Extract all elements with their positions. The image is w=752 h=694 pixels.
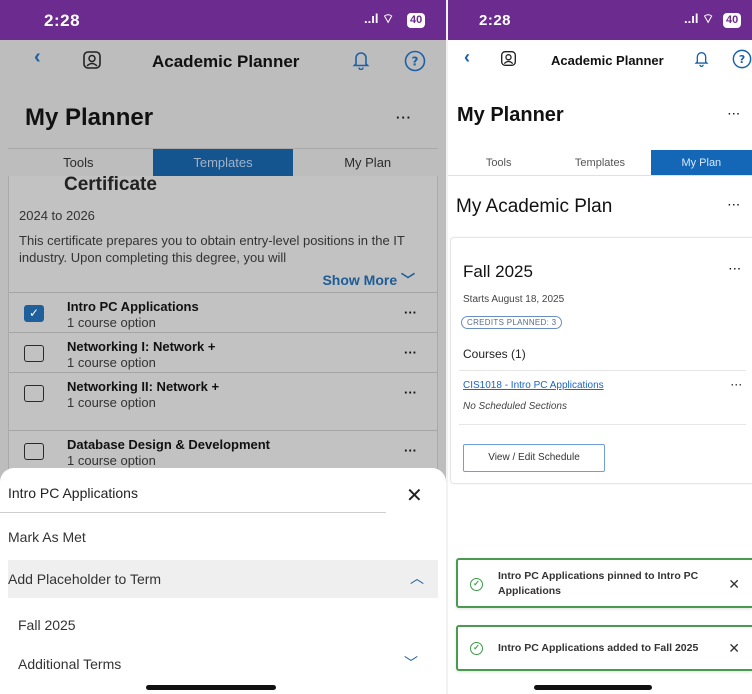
help-icon[interactable]: ? (732, 49, 752, 73)
status-bar: 2:28 ..ıl ⌔ 40 (448, 0, 752, 40)
sheet-title: Intro PC Applications (8, 485, 138, 501)
toast-message: Intro PC Applications pinned to Intro PC… (498, 570, 699, 597)
notification-bell-icon[interactable] (352, 50, 370, 74)
battery-icon: 40 (720, 11, 742, 28)
term-name: Fall 2025 (463, 262, 533, 281)
nav-title: Academic Planner (152, 52, 300, 71)
credits-badge: CREDITS PLANNED: 3 (461, 316, 563, 329)
course-checkbox-checked[interactable]: ✓ (24, 305, 44, 322)
add-placeholder-label: Add Placeholder to Term (8, 571, 162, 587)
divider (459, 370, 746, 371)
svg-text:?: ? (412, 55, 419, 69)
close-icon[interactable]: ✕ (728, 640, 740, 657)
course-more-button[interactable]: ··· (404, 305, 417, 320)
course-options: 1 course option (67, 453, 156, 468)
course-checkbox[interactable] (24, 443, 44, 460)
page-title: My Planner (25, 104, 154, 131)
tab-bar: Tools Templates My Plan (8, 148, 438, 176)
back-button[interactable]: ‹ (34, 46, 41, 69)
course-more-button[interactable]: ··· (404, 443, 417, 458)
course-row[interactable]: Networking I: Network + 1 course option … (9, 332, 437, 372)
chevron-down-icon[interactable]: ﹀ (404, 653, 418, 673)
course-name: Intro PC Applications (67, 299, 199, 314)
certificate-years: 2024 to 2026 (19, 208, 95, 223)
tab-tools[interactable]: Tools (448, 150, 549, 175)
divider (459, 424, 746, 425)
course-link[interactable]: CIS1018 - Intro PC Applications (463, 380, 604, 391)
nav-bar: ‹ Academic Planner ? (0, 40, 446, 80)
certificate-description: This certificate prepares you to obtain … (19, 233, 405, 265)
plan-more-button[interactable]: ··· (728, 200, 741, 211)
notification-bell-icon[interactable] (694, 50, 709, 71)
close-icon[interactable]: ✕ (728, 576, 740, 593)
course-row[interactable]: Database Design & Development 1 course o… (9, 430, 437, 470)
no-sections-text: No Scheduled Sections (463, 401, 567, 412)
sheet-divider (0, 512, 386, 513)
course-name: Networking II: Network + (67, 379, 220, 394)
course-name: Networking I: Network + (67, 339, 216, 354)
toast-notification: ✓ Intro PC Applications pinned to Intro … (456, 558, 752, 608)
status-time: 2:28 (44, 11, 81, 30)
term-option-fall-2025[interactable]: Fall 2025 (18, 617, 76, 633)
help-icon[interactable]: ? (404, 50, 426, 76)
course-checkbox[interactable] (24, 345, 44, 362)
left-screen: 2:28 ..ıl ⌔ 40 ‹ Academic Planner ? My P… (0, 0, 446, 694)
nav-bar: ‹ Academic Planner ? (448, 40, 752, 80)
tab-bar: Tools Templates My Plan (448, 150, 752, 176)
check-circle-icon: ✓ (470, 578, 483, 591)
view-edit-schedule-button[interactable]: View / Edit Schedule (463, 444, 605, 472)
tab-tools[interactable]: Tools (8, 149, 149, 176)
action-sheet: Intro PC Applications ✕ Mark As Met Add … (0, 468, 446, 694)
plan-subtitle: My Academic Plan (456, 196, 613, 217)
status-time: 2:28 (479, 12, 512, 29)
signal-wifi-icon: ..ıl ⌔ (364, 11, 395, 26)
certificate-heading: Certificate (64, 174, 157, 195)
back-button[interactable]: ‹ (464, 47, 470, 68)
nav-title: Academic Planner (551, 53, 664, 68)
course-more-button[interactable]: ··· (404, 385, 417, 400)
tab-templates[interactable]: Templates (549, 150, 650, 175)
profile-icon[interactable] (82, 50, 102, 74)
term-start-date: Starts August 18, 2025 (463, 294, 565, 305)
courses-heading: Courses (1) (463, 347, 526, 361)
signal-wifi-icon: ..ıl ⌔ (684, 11, 715, 26)
home-indicator (534, 685, 652, 690)
tab-templates[interactable]: Templates (152, 149, 294, 176)
toast-notification: ✓ Intro PC Applications added to Fall 20… (456, 625, 752, 671)
add-placeholder-option[interactable]: Add Placeholder to Term (8, 560, 438, 598)
course-more-button[interactable]: ··· (404, 345, 417, 360)
tab-my-plan[interactable]: My Plan (297, 149, 438, 176)
close-icon[interactable]: ✕ (406, 483, 423, 508)
course-more-button[interactable]: ··· (731, 380, 743, 390)
status-bar: 2:28 ..ıl ⌔ 40 (0, 0, 446, 40)
planner-more-button[interactable]: ··· (728, 109, 741, 120)
page-title: My Planner (457, 104, 564, 126)
profile-icon[interactable] (500, 50, 517, 71)
course-row[interactable]: Networking II: Network + 1 course option… (9, 372, 437, 412)
course-row[interactable]: ✓ Intro PC Applications 1 course option … (9, 292, 437, 332)
course-options: 1 course option (67, 315, 156, 330)
course-name: Database Design & Development (67, 437, 271, 452)
right-screen: 2:28 ..ıl ⌔ 40 ‹ Academic Planner ? My P… (448, 0, 752, 694)
tab-my-plan[interactable]: My Plan (650, 150, 752, 175)
term-card: Fall 2025 ··· Starts August 18, 2025 CRE… (450, 237, 752, 484)
chevron-up-icon[interactable]: ︿ (410, 568, 424, 588)
check-circle-icon: ✓ (470, 642, 483, 655)
battery-icon: 40 (404, 11, 426, 28)
course-options: 1 course option (67, 355, 156, 370)
planner-more-button[interactable]: ··· (396, 110, 412, 125)
show-more-link[interactable]: Show More ﹀ (322, 270, 415, 290)
course-options: 1 course option (67, 395, 156, 410)
additional-terms-option[interactable]: Additional Terms (18, 656, 121, 672)
term-more-button[interactable]: ··· (729, 264, 742, 275)
home-indicator (146, 685, 276, 690)
svg-text:?: ? (739, 53, 745, 66)
mark-as-met-option[interactable]: Mark As Met (8, 529, 86, 545)
toast-message: Intro PC Applications added to Fall 2025 (498, 642, 699, 654)
course-checkbox[interactable] (24, 385, 44, 402)
